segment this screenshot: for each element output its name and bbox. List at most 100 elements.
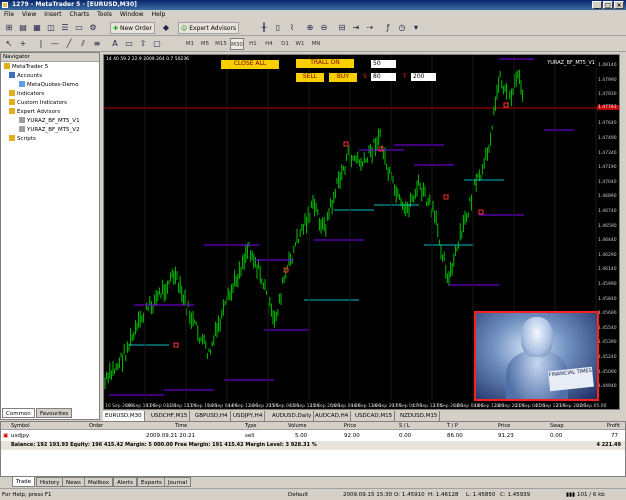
chart-shift-icon[interactable]: ⇥ — [350, 22, 362, 34]
tile-windows-icon[interactable]: ⊟ — [336, 22, 348, 34]
trend-line-icon[interactable]: ╱ — [63, 38, 75, 50]
navigator-icon[interactable]: ☰ — [59, 22, 71, 34]
symbol-tab-usdcad-m15[interactable]: USDCAD,M15 — [353, 411, 396, 421]
symbol-tab-nzdusd-m15[interactable]: NZDUSD,M15 — [398, 411, 441, 421]
nav-ea-v2[interactable]: YURAZ_BF_MT5_V2 — [19, 126, 80, 134]
col-symbol[interactable]: Symbol — [11, 422, 30, 430]
profiles-icon[interactable]: ▤ — [17, 22, 29, 34]
timeframe-m5[interactable]: M5 — [198, 38, 212, 50]
metaeditor-icon[interactable]: ◆ — [160, 22, 172, 34]
minimize-button[interactable]: _ — [592, 1, 602, 9]
tab-trade[interactable]: Trade — [12, 477, 36, 487]
symbol-tab-audcad-h4[interactable]: AUDCAD,H4 — [313, 411, 352, 421]
col-tp[interactable]: T / P — [447, 422, 458, 430]
new-order-button[interactable]: ✚ New Order — [110, 22, 155, 34]
symbol-tab-eurusd-m30[interactable]: EURUSD,M30 — [103, 411, 145, 421]
row-sl: 0.00 — [399, 433, 412, 439]
nav-ea-v1[interactable]: YURAZ_BF_MT5_V1 — [19, 117, 80, 125]
price-tick-label: 1.47340 — [598, 150, 617, 156]
tab-mailbox[interactable]: Mailbox — [84, 477, 114, 487]
line-chart-icon[interactable]: ⌇ — [286, 22, 298, 34]
zoom-out-icon[interactable]: ⊖ — [318, 22, 330, 34]
col-sl[interactable]: S / L — [399, 422, 410, 430]
cursor-icon[interactable]: ↖ — [3, 38, 15, 50]
indicators-icon[interactable]: ƒ — [382, 22, 394, 34]
status-open: O: 1.45910 — [394, 492, 425, 498]
expert-advisors-button[interactable]: ☺ Expert Advisors — [178, 22, 240, 34]
nav-expert-advisors[interactable]: Expert Advisors — [9, 108, 60, 116]
menu-file[interactable]: File — [0, 10, 18, 20]
label-icon[interactable]: ▭ — [123, 38, 135, 50]
templates-icon[interactable]: ▾ — [410, 22, 422, 34]
close-button[interactable]: × — [614, 1, 624, 9]
col-type[interactable]: Type — [245, 422, 256, 430]
new-chart-icon[interactable]: ⊞ — [3, 22, 15, 34]
nav-indicators[interactable]: Indicators — [9, 90, 44, 98]
menu-view[interactable]: View — [18, 10, 40, 20]
timeframe-m15[interactable]: M15 — [214, 38, 228, 50]
col-cur-price[interactable]: Price — [498, 422, 510, 430]
tab-common[interactable]: Common — [2, 408, 35, 418]
channel-icon[interactable]: ⫽ — [77, 38, 89, 50]
close-all-button[interactable]: CLOSE ALL — [221, 60, 279, 69]
col-profit[interactable]: Profit — [607, 422, 620, 430]
nav-scripts[interactable]: Scripts — [9, 135, 36, 143]
timeframe-h4[interactable]: H4 — [262, 38, 276, 50]
candlesticks-icon[interactable]: ▯ — [272, 22, 284, 34]
tab-news[interactable]: News — [62, 477, 85, 487]
menu-charts[interactable]: Charts — [66, 10, 94, 20]
col-swap[interactable]: Swap — [550, 422, 564, 430]
arrows-icon[interactable]: ⇧ — [137, 38, 149, 50]
crosshair-icon[interactable]: + — [17, 38, 29, 50]
trall-on-button[interactable]: TRALL ON — [296, 59, 354, 68]
col-price[interactable]: Price — [344, 422, 356, 430]
bar-chart-icon[interactable]: ╫ — [258, 22, 270, 34]
terminal-icon[interactable]: ▭ — [73, 22, 85, 34]
timeframe-h1[interactable]: H1 — [246, 38, 260, 50]
maximize-button[interactable]: □ — [603, 1, 613, 9]
vertical-line-icon[interactable]: | — [35, 38, 47, 50]
timeframe-mn[interactable]: MN — [309, 38, 323, 50]
col-time[interactable]: Time — [175, 422, 187, 430]
price-chart[interactable]: 14 40 59.2 22.9 2009.264 0.7 50236 YURAZ… — [103, 54, 620, 410]
col-volume[interactable]: Volume — [288, 422, 307, 430]
fibonacci-icon[interactable]: ≡ — [91, 38, 103, 50]
periods-icon[interactable]: ◷ — [396, 22, 408, 34]
text-icon[interactable]: A — [109, 38, 121, 50]
tab-favourites[interactable]: Favourites — [36, 408, 73, 418]
timeframe-m30[interactable]: M30 — [230, 38, 244, 50]
buy-button[interactable]: BUY — [329, 73, 357, 82]
nav-account-metaquotes[interactable]: MetaQuotes-Demo — [19, 81, 79, 89]
tab-alerts[interactable]: Alerts — [113, 477, 137, 487]
tab-journal[interactable]: Journal — [164, 477, 192, 487]
symbol-tab-gbpusd-h4[interactable]: GBPUSD,H4 — [193, 411, 231, 421]
zoom-in-icon[interactable]: ⊕ — [304, 22, 316, 34]
tab-experts[interactable]: Experts — [137, 477, 166, 487]
market-watch-icon[interactable]: ▦ — [31, 22, 43, 34]
price-tick-label: 1.47990 — [598, 77, 617, 83]
menu-tools[interactable]: Tools — [93, 10, 116, 20]
nav-accounts[interactable]: Accounts — [9, 72, 42, 80]
nav-root[interactable]: MetaTrader 5 — [4, 63, 48, 71]
menu-help[interactable]: Help — [148, 10, 170, 20]
tp-value-field[interactable]: 200 — [411, 73, 436, 81]
menu-insert[interactable]: Insert — [40, 10, 65, 20]
trall-value-field[interactable]: 50 — [371, 60, 396, 68]
timeframe-w1[interactable]: W1 — [293, 38, 307, 50]
data-window-icon[interactable]: ◫ — [45, 22, 57, 34]
tab-history[interactable]: History — [36, 477, 64, 487]
timeframe-d1[interactable]: D1 — [278, 38, 292, 50]
shapes-icon[interactable]: ▢ — [151, 38, 163, 50]
timeframe-m1[interactable]: M1 — [183, 38, 197, 50]
horizontal-line-icon[interactable]: — — [49, 38, 61, 50]
sell-button[interactable]: SELL — [296, 73, 324, 82]
sl-value-field[interactable]: 80 — [371, 73, 396, 81]
symbol-tab-audusd-daily[interactable]: AUDUSD,Daily — [270, 411, 315, 421]
menu-window[interactable]: Window — [116, 10, 148, 20]
nav-custom-indicators[interactable]: Custom Indicators — [9, 99, 67, 107]
autoscroll-icon[interactable]: ⇢ — [364, 22, 376, 34]
symbol-tab-usdchf-m15[interactable]: USDCHF,M15 — [149, 411, 191, 421]
col-order[interactable]: Order — [89, 422, 103, 430]
symbol-tab-usdjpy-h4[interactable]: USDJPY,H4 — [231, 411, 266, 421]
strategy-tester-icon[interactable]: ⚙ — [87, 22, 99, 34]
